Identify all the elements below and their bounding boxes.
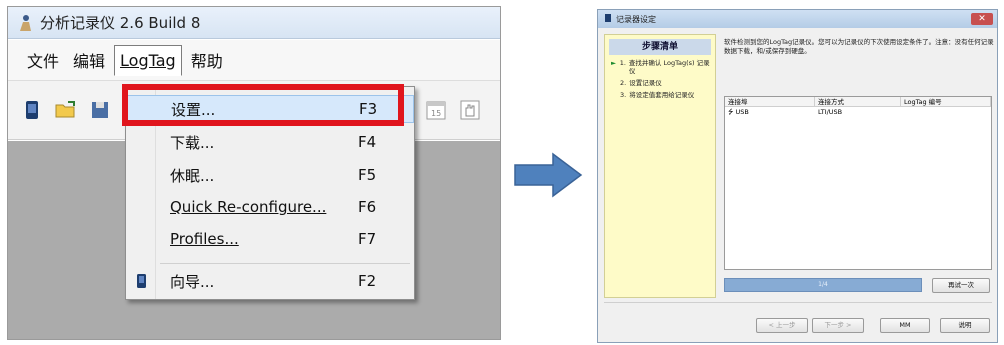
menu-item-label: 向导... <box>170 272 215 291</box>
menu-logtag[interactable]: LogTag <box>114 44 182 76</box>
usb-icon: ⭍ <box>728 108 734 116</box>
title-bar: 分析记录仪 2.6 Build 8 <box>8 7 500 39</box>
current-step-arrow-icon: ► <box>611 59 616 67</box>
menu-item-wizard[interactable]: 向导... F2 <box>126 267 414 295</box>
menu-logtag-label: LogTag <box>120 50 176 70</box>
window-title: 分析记录仪 2.6 Build 8 <box>40 14 201 32</box>
cell-port-text: USB <box>735 108 749 116</box>
step-text: 查找并确认 LogTag(s) 记录仪 <box>628 59 710 75</box>
screenshot-stage: 分析记录仪 2.6 Build 8 文件 编辑 LogTag 帮助 15 设置.… <box>0 0 1004 345</box>
menu-item-download[interactable]: 下载... F4 <box>126 128 414 156</box>
wizard-dialog: 记录器设定 ✕ 步骤清单 ► 1. 查找并确认 LogTag(s) 记录仪 2.… <box>597 9 998 343</box>
hand-icon[interactable] <box>458 98 482 122</box>
menu-file[interactable]: 文件 <box>22 42 64 78</box>
step-text: 设置记录仪 <box>629 79 662 87</box>
device-table[interactable]: 连接埠 连接方式 LogTag 编号 ⭍ USB LTI/USB <box>724 96 992 270</box>
menu-item-shortcut: F4 <box>358 133 377 151</box>
steps-panel: 步骤清单 ► 1. 查找并确认 LogTag(s) 记录仪 2. 设置记录仪 3… <box>604 34 716 298</box>
column-header-port[interactable]: 连接埠 <box>725 97 815 106</box>
menu-item-label: Quick Re-configure... <box>170 198 327 216</box>
wizard-description: 软件检测到您的LogTag记录仪。您可以为记录仪的下次使用设定条件了。注意：没有… <box>724 38 994 55</box>
menu-item-shortcut: F7 <box>358 230 377 248</box>
menu-item-quick-reconfigure[interactable]: Quick Re-configure... F6 <box>126 193 414 221</box>
save-icon[interactable] <box>88 98 112 122</box>
close-icon[interactable]: ✕ <box>971 13 993 25</box>
step-number: 1. <box>619 59 626 67</box>
app-icon <box>18 14 32 32</box>
menu-item-hibernate[interactable]: 休眠... F5 <box>126 161 414 189</box>
highlight-box <box>122 84 404 126</box>
logtag-device-icon <box>135 273 148 289</box>
table-header: 连接埠 连接方式 LogTag 编号 <box>725 97 991 107</box>
cell-connection: LTI/USB <box>818 108 843 116</box>
step-number: 3. <box>620 91 627 99</box>
step-text: 将设定值套用给记录仪 <box>629 91 695 99</box>
back-button[interactable]: < 上一步 <box>756 318 808 333</box>
cell-port: ⭍ USB <box>725 107 815 118</box>
menu-item-shortcut: F5 <box>358 166 377 184</box>
wizard-app-icon <box>604 13 612 25</box>
column-header-connection[interactable]: 连接方式 <box>815 97 901 106</box>
menu-item-profiles[interactable]: Profiles... F7 <box>126 225 414 253</box>
right-arrow-icon <box>514 152 583 198</box>
step-item: ► 1. 查找并确认 LogTag(s) 记录仪 <box>611 59 712 75</box>
svg-text:15: 15 <box>431 109 441 118</box>
menu-item-shortcut: F6 <box>358 198 377 216</box>
menu-item-label: 休眠... <box>170 166 215 185</box>
wizard-title: 记录器设定 <box>616 14 656 24</box>
menu-item-label: Profiles... <box>170 230 239 248</box>
calendar-icon[interactable]: 15 <box>424 98 448 122</box>
main-window: 分析记录仪 2.6 Build 8 文件 编辑 LogTag 帮助 15 设置.… <box>7 6 501 340</box>
step-number: 2. <box>620 79 627 87</box>
logtag-device-icon[interactable] <box>20 98 44 122</box>
steps-header: 步骤清单 <box>609 39 711 55</box>
help-button[interactable]: 说明 <box>940 318 990 333</box>
open-folder-icon[interactable] <box>54 98 78 122</box>
menu-bar: 文件 编辑 LogTag 帮助 <box>8 40 500 80</box>
mm-button[interactable]: MM <box>880 318 930 333</box>
menu-item-label: 下载... <box>170 133 215 152</box>
menu-edit[interactable]: 编辑 <box>68 42 110 78</box>
footer-divider <box>604 302 992 303</box>
column-header-logtag-id[interactable]: LogTag 编号 <box>901 97 991 106</box>
menu-separator <box>160 263 410 264</box>
menu-item-shortcut: F2 <box>358 272 377 290</box>
wizard-title-bar: 记录器设定 ✕ <box>598 10 997 28</box>
cell-logtag-id <box>901 107 991 118</box>
retry-button[interactable]: 再试一次 <box>932 278 990 293</box>
table-row[interactable]: ⭍ USB LTI/USB <box>725 107 991 118</box>
progress-bar: 1/4 <box>724 278 922 292</box>
step-item: 3. 将设定值套用给记录仪 <box>611 91 712 99</box>
menu-help[interactable]: 帮助 <box>186 42 228 78</box>
step-item: 2. 设置记录仪 <box>611 79 712 87</box>
next-button[interactable]: 下一步 > <box>812 318 864 333</box>
